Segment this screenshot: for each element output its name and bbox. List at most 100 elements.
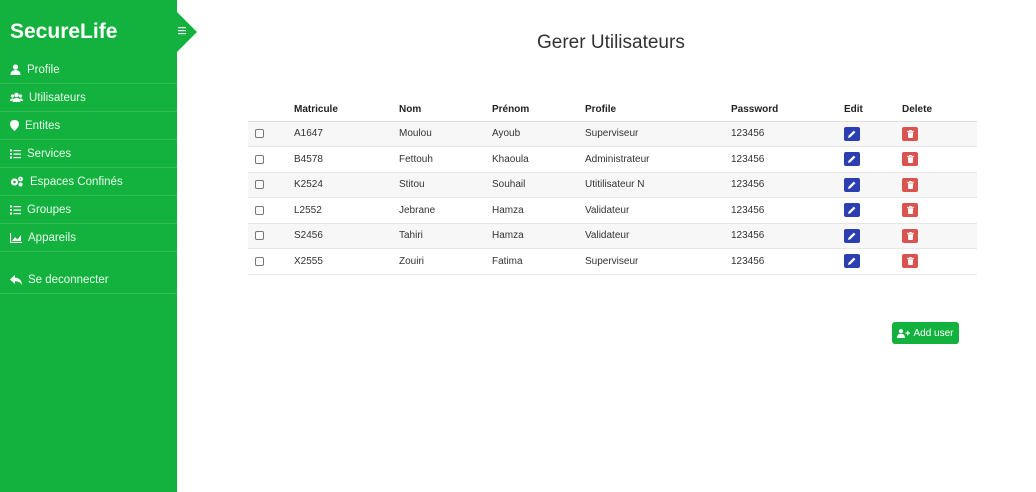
sidebar: SecureLife Profile Utilisateurs Entites …: [0, 0, 177, 492]
cell-password: 123456: [731, 248, 844, 275]
cell-prenom: Souhail: [492, 172, 585, 198]
trash-icon: [906, 180, 914, 189]
cell-nom: Fettouh: [399, 146, 492, 173]
pencil-icon: [848, 206, 856, 215]
trash-icon: [906, 231, 914, 240]
row-checkbox[interactable]: [255, 154, 264, 164]
row-checkbox[interactable]: [255, 129, 264, 139]
delete-button[interactable]: [902, 152, 918, 167]
table-row: B4578 Fettouh Khaoula Administrateur 123…: [248, 146, 977, 173]
table-row: L2552 Jebrane Hamza Validateur 123456: [248, 197, 977, 224]
edit-button[interactable]: [844, 177, 860, 192]
users-icon: [10, 92, 23, 102]
cell-matricule: S2456: [294, 223, 399, 249]
cell-nom: Zouiri: [399, 248, 492, 275]
column-header-edit: Edit: [844, 99, 902, 122]
cell-prenom: Fatima: [492, 248, 585, 275]
cell-profile: Superviseur: [585, 248, 731, 275]
list-check-icon: [10, 149, 21, 158]
sidebar-item-utilisateurs[interactable]: Utilisateurs: [0, 84, 177, 112]
table-header-row: Matricule Nom Prénom Profile Password Ed…: [248, 99, 977, 122]
sidebar-item-logout[interactable]: Se deconnecter: [0, 266, 177, 294]
add-user-button[interactable]: Add user: [892, 322, 959, 344]
sidebar-item-label: Utilisateurs: [29, 91, 86, 104]
cell-profile: Validateur: [585, 223, 731, 249]
delete-button[interactable]: [902, 228, 918, 243]
edit-button[interactable]: [844, 152, 860, 167]
table-row: A1647 Moulou Ayoub Superviseur 123456: [248, 121, 977, 147]
edit-button[interactable]: [844, 228, 860, 243]
edit-button[interactable]: [844, 254, 860, 269]
sidebar-item-label: Groupes: [27, 203, 72, 216]
trash-icon: [906, 257, 914, 266]
sidebar-item-services[interactable]: Services: [0, 140, 177, 168]
edit-button[interactable]: [844, 126, 860, 141]
list-icon: [10, 205, 21, 214]
cell-profile: Superviseur: [585, 121, 731, 147]
pencil-icon: [848, 155, 856, 164]
row-checkbox[interactable]: [255, 256, 264, 266]
brand-logo[interactable]: SecureLife: [10, 20, 117, 44]
cell-password: 123456: [731, 146, 844, 173]
cell-prenom: Hamza: [492, 197, 585, 224]
cell-matricule: A1647: [294, 121, 399, 147]
user-icon: [10, 64, 21, 75]
column-header-prenom: Prénom: [492, 99, 585, 122]
column-header-password: Password: [731, 99, 844, 122]
table-row: K2524 Stitou Souhail Utitilisateur N 123…: [248, 172, 977, 198]
pencil-icon: [848, 130, 856, 138]
cell-prenom: Ayoub: [492, 121, 585, 147]
cell-nom: Moulou: [399, 121, 492, 147]
cell-matricule: X2555: [294, 248, 399, 275]
cell-profile: Administrateur: [585, 146, 731, 173]
sidebar-item-label: Profile: [27, 63, 60, 76]
cell-nom: Jebrane: [399, 197, 492, 224]
chart-area-icon: [10, 232, 22, 243]
sidebar-item-espaces-confines[interactable]: Espaces Confinés: [0, 168, 177, 196]
column-header-select: [248, 99, 294, 122]
delete-button[interactable]: [902, 177, 918, 192]
row-checkbox[interactable]: [255, 205, 264, 215]
cell-matricule: K2524: [294, 172, 399, 198]
sidebar-item-label: Appareils: [28, 231, 76, 244]
cell-matricule: L2552: [294, 197, 399, 224]
edit-button[interactable]: [844, 203, 860, 218]
sidebar-item-groupes[interactable]: Groupes: [0, 196, 177, 224]
pencil-icon: [848, 232, 856, 240]
cell-password: 123456: [731, 172, 844, 198]
sidebar-item-profile[interactable]: Profile: [0, 56, 177, 84]
menu-icon[interactable]: [178, 22, 188, 38]
page-title: Gerer Utilisateurs: [537, 32, 685, 53]
cell-password: 123456: [731, 223, 844, 249]
table-row: S2456 Tahiri Hamza Validateur 123456: [248, 223, 977, 249]
reply-icon: [10, 274, 22, 285]
cell-profile: Utitilisateur N: [585, 172, 731, 198]
table-row: X2555 Zouiri Fatima Superviseur 123456: [248, 248, 977, 275]
map-pin-icon: [10, 120, 19, 131]
cell-matricule: B4578: [294, 146, 399, 173]
sidebar-nav: Profile Utilisateurs Entites Services Es…: [0, 56, 177, 294]
trash-icon: [906, 206, 914, 215]
trash-icon: [906, 155, 914, 164]
cell-prenom: Hamza: [492, 223, 585, 249]
column-header-matricule: Matricule: [294, 99, 399, 122]
cogs-icon: [10, 176, 23, 187]
delete-button[interactable]: [902, 254, 918, 269]
cell-nom: Tahiri: [399, 223, 492, 249]
sidebar-item-label: Entites: [25, 119, 61, 132]
pencil-icon: [848, 257, 856, 266]
user-plus-icon: [897, 328, 911, 338]
row-checkbox[interactable]: [255, 231, 264, 241]
delete-button[interactable]: [902, 126, 918, 141]
cell-password: 123456: [731, 121, 844, 147]
cell-prenom: Khaoula: [492, 146, 585, 173]
trash-icon: [906, 129, 914, 138]
sidebar-item-label: Espaces Confinés: [30, 175, 123, 188]
delete-button[interactable]: [902, 203, 918, 218]
sidebar-item-entites[interactable]: Entites: [0, 112, 177, 140]
column-header-nom: Nom: [399, 99, 492, 122]
cell-password: 123456: [731, 197, 844, 224]
sidebar-item-appareils[interactable]: Appareils: [0, 224, 177, 252]
row-checkbox[interactable]: [255, 180, 264, 190]
pencil-icon: [848, 181, 856, 189]
